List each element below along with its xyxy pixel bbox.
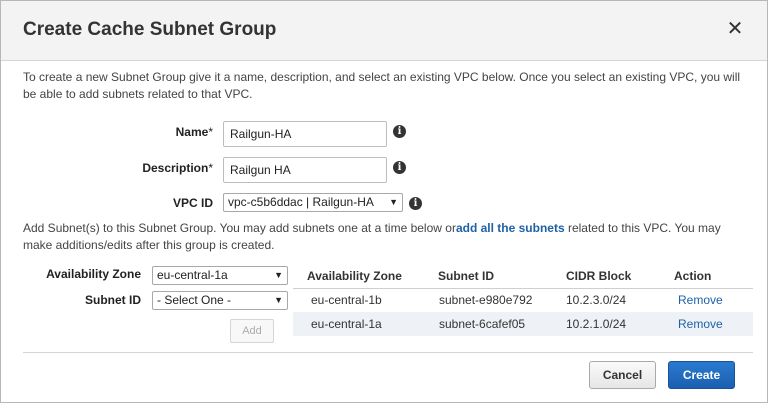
cell-subnet-id: subnet-e980e792 (439, 293, 533, 307)
cell-cidr-block: 10.2.3.0/24 (566, 293, 627, 307)
description-label: Description* (131, 161, 213, 175)
name-label-text: Name (175, 125, 209, 139)
subnet-id-select[interactable]: - Select One - ▼ (152, 291, 288, 310)
column-header-cidr-block: CIDR Block (566, 269, 632, 283)
chevron-down-icon: ▼ (389, 197, 398, 207)
vpc-id-label: VPC ID (172, 196, 213, 210)
cancel-button[interactable]: Cancel (589, 361, 656, 389)
add-all-subnets-link[interactable]: add all the subnets (456, 221, 565, 235)
required-mark: * (208, 161, 213, 175)
remove-link[interactable]: Remove (678, 293, 723, 307)
chevron-down-icon: ▼ (274, 270, 283, 280)
close-icon[interactable]: ✕ (725, 19, 745, 39)
cell-availability-zone: eu-central-1a (311, 317, 382, 331)
description-input[interactable]: Railgun HA (223, 157, 387, 183)
add-subnet-button[interactable]: Add (230, 319, 274, 343)
availability-zone-label: Availability Zone (46, 267, 141, 281)
subnet-instructions: Add Subnet(s) to this Subnet Group. You … (23, 220, 753, 254)
dialog-header: Create Cache Subnet Group ✕ (1, 1, 767, 61)
cell-cidr-block: 10.2.1.0/24 (566, 317, 627, 331)
cell-availability-zone: eu-central-1b (311, 293, 382, 307)
name-label: Name* (141, 125, 213, 139)
description-label-text: Description (142, 161, 209, 175)
dialog-title: Create Cache Subnet Group (23, 19, 277, 40)
chevron-down-icon: ▼ (274, 295, 283, 305)
info-icon[interactable]: i (393, 125, 406, 138)
intro-text: To create a new Subnet Group give it a n… (23, 70, 741, 101)
remove-link[interactable]: Remove (678, 317, 723, 331)
required-mark: * (208, 125, 213, 139)
column-header-action: Action (674, 269, 712, 283)
create-cache-subnet-group-dialog: Create Cache Subnet Group ✕ To create a … (0, 0, 768, 403)
vpc-id-value: vpc-c5b6ddac | Railgun-HA (228, 195, 374, 209)
availability-zone-value: eu-central-1a (157, 268, 228, 282)
column-header-availability-zone: Availability Zone (307, 269, 402, 283)
info-icon[interactable]: i (393, 161, 406, 174)
subnet-instructions-before: Add Subnet(s) to this Subnet Group. You … (23, 221, 456, 235)
cell-subnet-id: subnet-6cafef05 (439, 317, 526, 331)
table-row: eu-central-1b subnet-e980e792 10.2.3.0/2… (293, 288, 753, 312)
info-icon[interactable]: i (409, 197, 422, 210)
subnet-id-label: Subnet ID (85, 293, 141, 307)
footer-divider (23, 352, 753, 353)
column-header-subnet-id: Subnet ID (438, 269, 494, 283)
vpc-id-select[interactable]: vpc-c5b6ddac | Railgun-HA ▼ (223, 193, 403, 212)
table-row: eu-central-1a subnet-6cafef05 10.2.1.0/2… (293, 312, 753, 336)
availability-zone-select[interactable]: eu-central-1a ▼ (152, 266, 288, 285)
create-button[interactable]: Create (668, 361, 735, 389)
name-input[interactable]: Railgun-HA (223, 121, 387, 147)
subnet-id-value: - Select One - (157, 293, 232, 307)
